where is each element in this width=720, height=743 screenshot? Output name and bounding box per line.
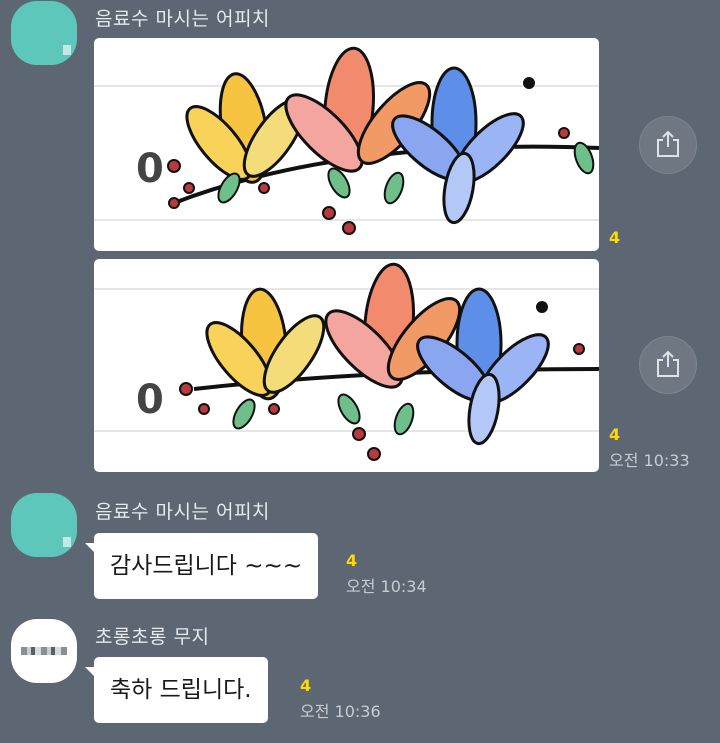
blurred-avatar-face [21, 647, 67, 655]
sender-name: 음료수 마시는 어피치 [95, 8, 270, 30]
share-icon [657, 130, 679, 157]
chat-bubble[interactable]: 축하 드립니다. [85, 657, 268, 723]
unread-count: 4 [609, 228, 621, 247]
unread-count: 4 [609, 425, 621, 444]
share-icon [657, 350, 679, 377]
message-time: 오전 10:33 [609, 451, 690, 470]
sender-avatar[interactable] [11, 1, 77, 65]
photo-number-label: 0 [136, 146, 164, 192]
message-time: 오전 10:34 [346, 577, 427, 596]
sender-name: 초롱초롱 무지 [95, 626, 210, 648]
unread-count: 4 [300, 676, 312, 695]
sender-name: 음료수 마시는 어피치 [95, 501, 270, 523]
flower-garland-image [94, 46, 599, 235]
photo-message[interactable]: 0 [94, 38, 599, 251]
photo-number-label: 0 [136, 377, 164, 423]
sender-avatar[interactable] [11, 619, 77, 683]
photo-message[interactable]: 0 [94, 259, 599, 472]
unread-count: 4 [346, 551, 358, 570]
flower-garland-image [94, 262, 599, 461]
share-button[interactable] [639, 336, 697, 394]
avatar-detail [63, 537, 71, 547]
chat-bubble[interactable]: 감사드립니다 ~~~ [84, 533, 319, 599]
share-button[interactable] [639, 116, 697, 174]
sender-avatar[interactable] [11, 493, 77, 557]
message-time: 오전 10:36 [300, 702, 381, 721]
avatar-detail [63, 45, 71, 55]
